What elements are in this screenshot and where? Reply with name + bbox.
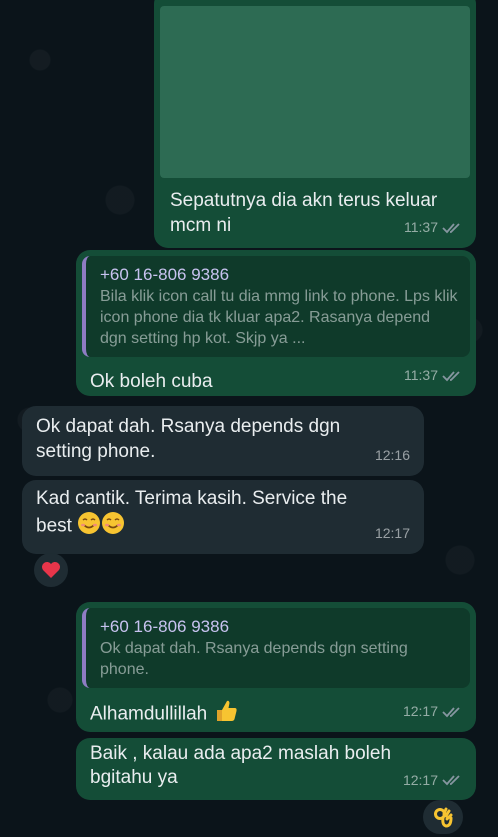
message-time: 12:16 <box>374 447 410 463</box>
message-text: Baik , kalau ada apa2 maslah boleh bgita… <box>90 743 392 788</box>
message-time: 12:17 <box>402 703 438 719</box>
message-bubble-outgoing[interactable]: Baik , kalau ada apa2 maslah boleh bgita… <box>76 738 476 800</box>
ok-hand-icon <box>434 807 453 828</box>
quoted-message[interactable]: +60 16-806 9386 Bila klik icon call tu d… <box>82 256 470 357</box>
image-thumbnail[interactable] <box>160 6 470 178</box>
quote-text: Bila klik icon call tu dia mmg link to p… <box>100 288 458 347</box>
quote-text: Ok dapat dah. Rsanya depends dgn setting… <box>100 640 408 678</box>
message-text: Kad cantik. Terima kasih. Service the be… <box>36 486 386 542</box>
message-meta: 11:37 <box>404 215 462 240</box>
message-bubble-outgoing[interactable]: Sepatutnya dia akn terus keluar mcm ni 1… <box>154 0 476 248</box>
quoted-message[interactable]: +60 16-806 9386 Ok dapat dah. Rsanya dep… <box>82 608 470 688</box>
message-text: Ok dapat dah. Rsanya depends dgn setting… <box>36 416 341 462</box>
quote-author: +60 16-806 9386 <box>100 265 230 284</box>
quote-author: +60 16-806 9386 <box>100 617 230 636</box>
message-bubble-outgoing[interactable]: +60 16-806 9386 Ok dapat dah. Rsanya dep… <box>76 602 476 732</box>
ok-hand-reaction[interactable] <box>423 800 463 834</box>
message-bubble-incoming[interactable]: Ok dapat dah. Rsanya depends dgn setting… <box>22 406 424 476</box>
heart-reaction[interactable] <box>34 553 68 587</box>
chat-area: Sepatutnya dia akn terus keluar mcm ni 1… <box>0 0 498 837</box>
double-check-icon <box>442 222 462 234</box>
double-check-icon <box>442 706 462 718</box>
message-time: 12:17 <box>374 525 410 541</box>
message-meta: 12:17 <box>403 768 462 792</box>
message-meta: 12:17 <box>375 521 410 546</box>
message-meta: 11:37 <box>404 363 462 388</box>
message-time: 12:17 <box>402 772 438 788</box>
message-bubble-outgoing[interactable]: +60 16-806 9386 Bila klik icon call tu d… <box>76 250 476 396</box>
message-text-content: Alhamdullillah <box>90 703 208 725</box>
message-bubble-incoming[interactable]: Kad cantik. Terima kasih. Service the be… <box>22 480 424 554</box>
double-check-icon <box>442 370 462 382</box>
double-check-icon <box>442 774 462 786</box>
message-time: 11:37 <box>404 219 438 235</box>
heart-icon <box>42 562 60 578</box>
message-time: 11:37 <box>404 367 438 383</box>
smiling-face-emoji <box>77 511 125 542</box>
message-meta: 12:17 <box>403 699 462 724</box>
message-meta: 12:16 <box>375 443 410 468</box>
thumbs-up-emoji <box>213 698 239 731</box>
